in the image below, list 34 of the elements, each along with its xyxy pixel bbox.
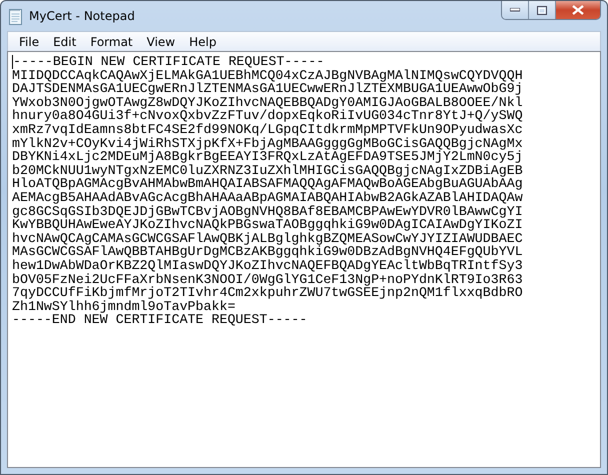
maximize-button[interactable] (529, 1, 556, 19)
text-line: hnury0a8O4GUi3f+cNvoxQxbvZzFTuv/dopxEqkoRiIvUG034cTnr8YtJ+Q/ySWQ (12, 109, 523, 123)
text-line: -----END NEW CERTIFICATE REQUEST----- (12, 313, 308, 327)
text-line: YWxob3N0OjgwOTAwgZ8wDQYJKoZIhvcNAQEBBQADgY0AMIGJAoGBALB8OOEE/Nkl (12, 96, 523, 110)
text-line: MAsGCWCGSAFlAwQBBTAHBgUrDgMCBzAKBggqhkiG9w0DBzAdBgNVHQ4EFgQUbYVL (12, 245, 523, 259)
close-button[interactable] (556, 1, 600, 19)
text-line: DAJTSDENMAsGA1UECgwERnJlZTENMAsGA1UECwwERnJlZTEXMBUGA1UEAwwObG9j (12, 82, 523, 96)
text-line: DBYKNi4xLjc2MDEuMjA8BgkrBgEEAYI3FRQxLzAtAgEFDA9TSE5JMjY2LmN0cy5j (12, 150, 523, 164)
text-line: Zh1NwSYlhh6jmndml9oTavPbakk= (12, 300, 236, 314)
text-line: gc8GCSqGSIb3DQEJDjGBwTCBvjAOBgNVHQ8BAf8EBAMCBPAwEwYDVR0lBAwwCgYI (12, 204, 523, 218)
menu-item[interactable]: Help (182, 34, 224, 48)
menu-item[interactable]: Format (83, 34, 140, 48)
notepad-icon (9, 8, 23, 24)
text-line: hvcNAwQCAgCAMAsGCWCGSAFlAwQBKjALBglghkgBZQMEASowCwYJYIZIAWUDBAEC (12, 232, 523, 246)
maximize-icon (537, 6, 547, 14)
text-line: 7qyDCCUfFiKbjmfMrjoT2TIvhr4Cm2xkpuhrZWU7twGSEEjnp2nQM1flxxqBdbRO (12, 286, 523, 300)
text-line: KwYBBQUHAwEweAYJKoZIhvcNAQkPBGswaTAOBggqhkiG9w0DAgICAIAwDgYIKoZI (12, 218, 523, 232)
text-line: HloATQBpAGMAcgBvAHMAbwBmAHQAIABSAFMAQQAgAFMAQwBoAGEAbgBuAGUAbAAg (12, 177, 523, 191)
menu-item[interactable]: File (12, 34, 46, 48)
menu-item[interactable]: View (140, 34, 182, 48)
text-line: -----BEGIN NEW CERTIFICATE REQUEST----- (12, 55, 324, 69)
menu-item[interactable]: Edit (46, 34, 84, 48)
text-line: b20MCkNUU1wyNTgxNzEMC0luZXRNZ3IuZXhlMHIGCisGAQQBgjcNAgIxZDBiAgEB (12, 164, 523, 178)
text-line: hew1DwAbWDaOrKBZ2QlMIaswDQYJKoZIhvcNAQEFBQADgYEAcltWbBqTRIntfSy3 (12, 258, 523, 272)
text-line: bOV05FzNei2UcFFaXrbNsenK3NOOI/0WgGlYG1CeF13NgP+noPYdnKlRT9Io3R63 (12, 272, 523, 286)
text-editor[interactable] (7, 51, 601, 468)
text-line: AEMAcgB5AHAAdABvAGcAcgBhAHAAaABpAGMAIABQAHIAbwB2AGkAZABlAHIDAQAw (12, 190, 523, 205)
minimize-button[interactable] (502, 1, 529, 19)
minimize-icon (510, 8, 520, 12)
close-icon (572, 5, 584, 15)
window-title: MyCert - Notepad (29, 9, 135, 23)
text-line: MIIDQDCCAqkCAQAwXjELMAkGA1UEBhMCQ04xCzAJBgNVBAgMAlNIMQswCQYDVQQH (12, 68, 523, 82)
text-line: mYlkN2v+COyKvi4jWiRhSTXjpKfX+FbjAgMBAAGgggGgMBoGCisGAQQBgjcNAgMx (12, 136, 523, 150)
text-line: xmRz7vqIdEamns8btFC4SE2fd99NOKq/LGpqCItdkrmMpMPTVFkUn9OPyudwasXc (12, 122, 523, 137)
